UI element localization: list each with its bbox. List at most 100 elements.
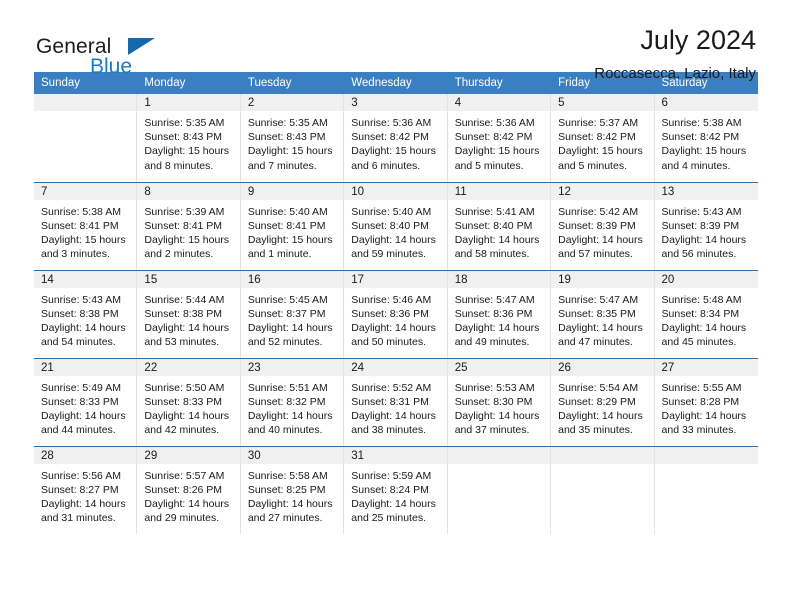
day-detail-line: Daylight: 15 hours bbox=[247, 145, 333, 158]
day-detail-line: and 8 minutes. bbox=[144, 159, 214, 172]
calendar-cell[interactable]: 18 Sunrise: 5:47 AM Sunset: 8:36 PM Dayligh… bbox=[447, 269, 552, 358]
day-details: Sunrise: 5:53 AM Sunset: 8:30 PM Daylight:… bbox=[448, 376, 550, 438]
day-number: 23 bbox=[240, 358, 344, 376]
day-detail-line: Sunset: 8:33 PM bbox=[144, 395, 223, 408]
day-detail-line: Sunrise: 5:50 AM bbox=[144, 381, 225, 394]
calendar-cell-inner: 18 Sunrise: 5:47 AM Sunset: 8:36 PM Dayligh… bbox=[447, 270, 552, 358]
calendar-cell[interactable]: 21 Sunrise: 5:49 AM Sunset: 8:33 PM Dayligh… bbox=[34, 357, 138, 446]
day-detail-line: Sunset: 8:40 PM bbox=[351, 219, 429, 232]
day-detail-line: Sunset: 8:41 PM bbox=[247, 219, 326, 232]
calendar-cell[interactable]: 16 Sunrise: 5:45 AM Sunset: 8:37 PM Dayligh… bbox=[240, 269, 345, 358]
calendar-cell-inner: 13 Sunrise: 5:43 AM Sunset: 8:39 PM Dayligh… bbox=[654, 182, 758, 270]
day-detail-line: Sunset: 8:37 PM bbox=[247, 307, 326, 320]
calendar-cell[interactable]: 24 Sunrise: 5:52 AM Sunset: 8:31 PM Dayligh… bbox=[344, 357, 448, 446]
day-detail-line: Sunrise: 5:49 AM bbox=[41, 381, 121, 394]
day-detail-line: Sunrise: 5:57 AM bbox=[144, 469, 225, 482]
calendar-cell[interactable]: 23 Sunrise: 5:51 AM Sunset: 8:32 PM Dayligh… bbox=[240, 357, 345, 446]
day-detail-line: Daylight: 14 hours bbox=[351, 497, 436, 510]
day-details: Sunrise: 5:36 AM Sunset: 8:42 PM Daylight:… bbox=[448, 111, 550, 173]
day-detail-line: Sunrise: 5:56 AM bbox=[41, 469, 121, 482]
calendar-cell[interactable]: 19 Sunrise: 5:47 AM Sunset: 8:35 PM Dayligh… bbox=[551, 269, 655, 358]
day-number bbox=[551, 446, 654, 464]
day-detail-line: and 31 minutes. bbox=[41, 512, 116, 525]
day-details: Sunrise: 5:38 AM Sunset: 8:42 PM Daylight:… bbox=[655, 111, 758, 173]
calendar-cell[interactable]: 8 Sunrise: 5:39 AM Sunset: 8:41 PM Daylight… bbox=[137, 181, 241, 270]
day-detail-line: Sunrise: 5:54 AM bbox=[558, 381, 639, 394]
day-details bbox=[448, 464, 550, 469]
calendar-cell[interactable]: 28 Sunrise: 5:56 AM Sunset: 8:27 PM Dayligh… bbox=[34, 445, 138, 534]
calendar-cell[interactable]: 14 Sunrise: 5:43 AM Sunset: 8:38 PM Dayligh… bbox=[34, 269, 138, 358]
day-detail-line: Sunrise: 5:55 AM bbox=[661, 381, 742, 394]
calendar-cell-inner: 25 Sunrise: 5:53 AM Sunset: 8:30 PM Dayligh… bbox=[447, 358, 552, 446]
calendar-cell[interactable]: 3 Sunrise: 5:36 AM Sunset: 8:42 PM Daylight… bbox=[344, 94, 448, 182]
calendar-cell-inner: 14 Sunrise: 5:43 AM Sunset: 8:38 PM Dayligh… bbox=[34, 270, 138, 358]
calendar-cell[interactable]: 12 Sunrise: 5:42 AM Sunset: 8:39 PM Dayligh… bbox=[551, 181, 655, 270]
day-number: 2 bbox=[240, 94, 344, 111]
calendar-cell-inner: 26 Sunrise: 5:54 AM Sunset: 8:29 PM Dayligh… bbox=[551, 358, 655, 446]
day-detail-line: Daylight: 14 hours bbox=[558, 233, 643, 246]
calendar-cell-inner: 31 Sunrise: 5:59 AM Sunset: 8:24 PM Dayligh… bbox=[344, 446, 448, 534]
week-row: 1 Sunrise: 5:35 AM Sunset: 8:43 PM Daylight… bbox=[34, 94, 758, 182]
day-detail-line: Sunrise: 5:37 AM bbox=[558, 117, 639, 129]
day-details: Sunrise: 5:42 AM Sunset: 8:39 PM Daylight:… bbox=[551, 200, 653, 262]
day-number: 17 bbox=[344, 270, 447, 288]
day-number: 19 bbox=[551, 270, 654, 288]
day-detail-line: Sunrise: 5:45 AM bbox=[247, 293, 328, 306]
day-number: 3 bbox=[344, 94, 447, 111]
day-number: 30 bbox=[240, 446, 344, 464]
calendar-cell[interactable]: 10 Sunrise: 5:40 AM Sunset: 8:40 PM Dayligh… bbox=[344, 181, 448, 270]
day-detail-line: Sunrise: 5:53 AM bbox=[454, 381, 535, 394]
calendar-cell-inner: 16 Sunrise: 5:45 AM Sunset: 8:37 PM Dayligh… bbox=[240, 270, 345, 358]
day-detail-line: Sunset: 8:39 PM bbox=[558, 219, 636, 232]
day-number bbox=[34, 94, 137, 111]
day-detail-line: Daylight: 15 hours bbox=[144, 233, 230, 246]
calendar-cell[interactable]: 9 Sunrise: 5:40 AM Sunset: 8:41 PM Daylight… bbox=[240, 181, 345, 270]
calendar-cell[interactable]: 26 Sunrise: 5:54 AM Sunset: 8:29 PM Dayligh… bbox=[551, 357, 655, 446]
day-detail-line: and 6 minutes. bbox=[351, 159, 421, 172]
day-detail-line: Daylight: 15 hours bbox=[558, 145, 643, 158]
day-number: 18 bbox=[447, 270, 551, 288]
week-row: 28 Sunrise: 5:56 AM Sunset: 8:27 PM Dayligh… bbox=[34, 445, 758, 534]
calendar-page: General Blue July 2024 Roccasecca, Lazio… bbox=[0, 0, 792, 612]
day-detail-line: Sunset: 8:27 PM bbox=[41, 483, 119, 496]
calendar-cell[interactable]: 7 Sunrise: 5:38 AM Sunset: 8:41 PM Daylight… bbox=[34, 181, 138, 270]
calendar-cell-inner: 29 Sunrise: 5:57 AM Sunset: 8:26 PM Dayligh… bbox=[137, 446, 241, 534]
calendar-cell[interactable]: 4 Sunrise: 5:36 AM Sunset: 8:42 PM Daylight… bbox=[447, 94, 552, 182]
day-detail-line: Daylight: 15 hours bbox=[454, 145, 540, 158]
day-detail-line: and 50 minutes. bbox=[351, 336, 426, 349]
day-detail-line: and 56 minutes. bbox=[661, 248, 737, 261]
calendar-cell[interactable]: 15 Sunrise: 5:44 AM Sunset: 8:38 PM Dayligh… bbox=[137, 269, 241, 358]
calendar-cell[interactable]: 11 Sunrise: 5:41 AM Sunset: 8:40 PM Dayligh… bbox=[447, 181, 552, 270]
day-details: Sunrise: 5:47 AM Sunset: 8:36 PM Daylight:… bbox=[448, 288, 550, 350]
day-details: Sunrise: 5:46 AM Sunset: 8:36 PM Daylight:… bbox=[344, 288, 446, 350]
day-detail-line: Sunrise: 5:39 AM bbox=[144, 205, 225, 218]
calendar-cell[interactable]: 25 Sunrise: 5:53 AM Sunset: 8:30 PM Dayligh… bbox=[447, 357, 552, 446]
calendar-cell[interactable]: 5 Sunrise: 5:37 AM Sunset: 8:42 PM Daylight… bbox=[551, 94, 655, 182]
brand-logo[interactable]: General Blue bbox=[34, 26, 234, 82]
day-number: 12 bbox=[551, 182, 654, 200]
calendar-cell[interactable]: 22 Sunrise: 5:50 AM Sunset: 8:33 PM Dayligh… bbox=[137, 357, 241, 446]
calendar-cell[interactable]: 2 Sunrise: 5:35 AM Sunset: 8:43 PM Daylight… bbox=[240, 94, 345, 182]
calendar-cell[interactable]: 6 Sunrise: 5:38 AM Sunset: 8:42 PM Daylight… bbox=[654, 94, 758, 182]
calendar-cell[interactable]: 13 Sunrise: 5:43 AM Sunset: 8:39 PM Dayligh… bbox=[654, 181, 758, 270]
calendar-cell[interactable]: 31 Sunrise: 5:59 AM Sunset: 8:24 PM Dayligh… bbox=[344, 445, 448, 534]
page-title: July 2024 bbox=[640, 25, 756, 55]
day-detail-line: and 47 minutes. bbox=[558, 336, 633, 349]
calendar-cell[interactable]: 1 Sunrise: 5:35 AM Sunset: 8:43 PM Daylight… bbox=[137, 94, 241, 182]
day-detail-line: Daylight: 14 hours bbox=[661, 233, 747, 246]
day-detail-line: and 5 minutes. bbox=[454, 159, 524, 172]
day-number: 16 bbox=[240, 270, 344, 288]
day-detail-line: Sunrise: 5:40 AM bbox=[351, 205, 432, 218]
calendar-cell[interactable]: 29 Sunrise: 5:57 AM Sunset: 8:26 PM Dayligh… bbox=[137, 445, 241, 534]
calendar-cell-inner: 23 Sunrise: 5:51 AM Sunset: 8:32 PM Dayligh… bbox=[240, 358, 345, 446]
calendar-cell[interactable]: 17 Sunrise: 5:46 AM Sunset: 8:36 PM Dayligh… bbox=[344, 269, 448, 358]
calendar-cell-inner: 30 Sunrise: 5:58 AM Sunset: 8:25 PM Dayligh… bbox=[240, 446, 345, 534]
day-detail-line: and 52 minutes. bbox=[247, 336, 323, 349]
calendar-cell[interactable]: 27 Sunrise: 5:55 AM Sunset: 8:28 PM Dayligh… bbox=[654, 357, 758, 446]
day-detail-line: and 7 minutes. bbox=[247, 159, 317, 172]
day-detail-line: Sunset: 8:29 PM bbox=[558, 395, 636, 408]
day-detail-line: and 37 minutes. bbox=[454, 424, 530, 437]
calendar-cell[interactable]: 30 Sunrise: 5:58 AM Sunset: 8:25 PM Dayligh… bbox=[240, 445, 345, 534]
calendar-cell[interactable]: 20 Sunrise: 5:48 AM Sunset: 8:34 PM Dayligh… bbox=[654, 269, 758, 358]
calendar-cell-inner: 11 Sunrise: 5:41 AM Sunset: 8:40 PM Dayligh… bbox=[447, 182, 552, 270]
